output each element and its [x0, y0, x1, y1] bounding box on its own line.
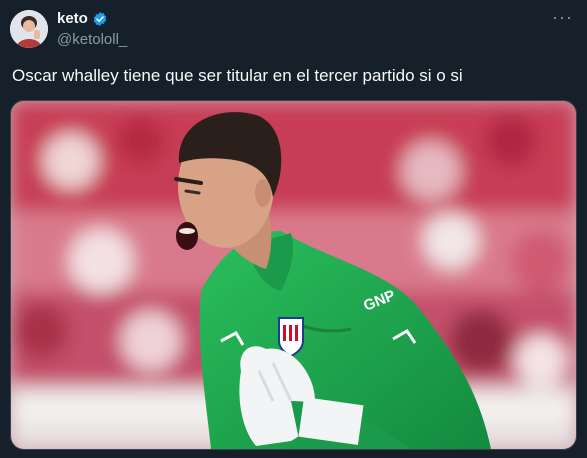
- verified-badge-icon: [92, 11, 108, 27]
- goalkeeper-photo: GNP: [11, 101, 576, 449]
- author-row: keto: [57, 10, 108, 27]
- author-handle[interactable]: @ketololl_: [57, 31, 127, 48]
- more-options-icon[interactable]: ···: [552, 8, 573, 26]
- avatar[interactable]: [10, 10, 48, 48]
- tweet-media-photo[interactable]: GNP: [10, 100, 577, 450]
- author-name[interactable]: keto: [57, 10, 88, 27]
- avatar-image: [10, 10, 48, 48]
- tweet-text: Oscar whalley tiene que ser titular en e…: [12, 66, 463, 85]
